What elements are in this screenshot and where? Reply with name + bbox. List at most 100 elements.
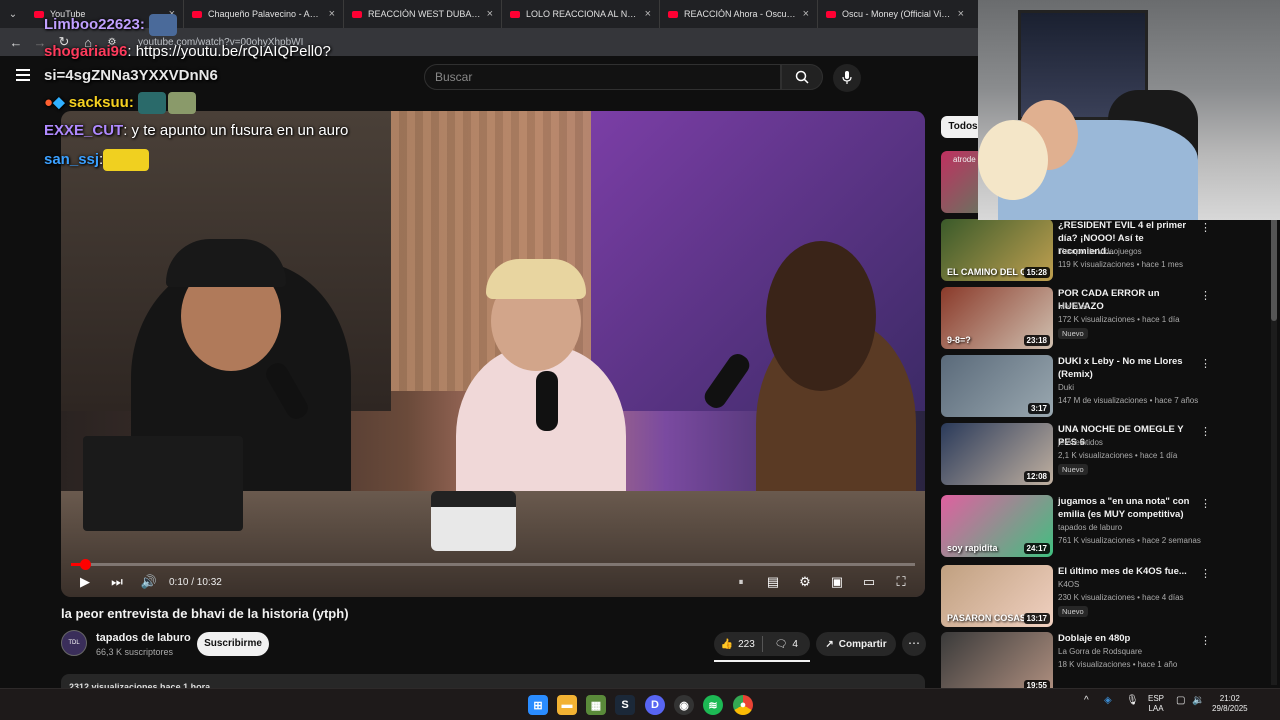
tab-reaccion-ahora[interactable]: REACCIÓN Ahora - Oscu x Flex× xyxy=(660,0,818,28)
video-thumbnail[interactable]: 19:55 xyxy=(941,632,1053,694)
close-icon[interactable]: × xyxy=(645,8,651,20)
video-thumbnail[interactable]: 9-8=? 23:18 xyxy=(941,287,1053,349)
like-button[interactable]: 👍 223 xyxy=(714,632,762,656)
video-duration: 13:17 xyxy=(1023,613,1050,624)
time-display: 0:10 / 10:32 xyxy=(169,576,222,588)
recommendation-title[interactable]: jugamos a "en una nota" con emilia (es M… xyxy=(1058,495,1200,521)
recommendation-title[interactable]: El último mes de K4OS fue... xyxy=(1058,565,1200,578)
laptop xyxy=(83,436,243,531)
language-indicator[interactable]: ESP LAA xyxy=(1148,694,1164,714)
video-thumbnail[interactable]: 12:08 xyxy=(941,423,1053,485)
share-button[interactable]: ↗ Compartir xyxy=(816,632,896,656)
folder-icon[interactable]: ▬ xyxy=(557,695,577,715)
video-thumbnail[interactable]: EL CAMINO DEL GR 15:28 xyxy=(941,219,1053,281)
theater-mode-icon[interactable]: ▭ xyxy=(853,574,885,590)
more-options-icon[interactable]: ⋮ xyxy=(1200,221,1211,234)
new-badge: Nuevo xyxy=(1058,464,1088,475)
recommendation-channel[interactable]: K4OS xyxy=(1058,580,1079,589)
autoplay-toggle[interactable]: ⏸ xyxy=(725,577,757,588)
more-actions-button[interactable]: ⋯ xyxy=(902,632,926,656)
channel-name[interactable]: tapados de laburo xyxy=(96,632,191,644)
recommendation-item[interactable]: EL CAMINO DEL GR 15:28 ¿RESIDENT EVIL 4 el… xyxy=(941,219,1271,283)
progress-bar[interactable] xyxy=(71,559,915,570)
subtitles-icon[interactable]: ▤ xyxy=(757,574,789,590)
more-options-icon[interactable]: ⋮ xyxy=(1200,497,1211,510)
chrome-icon[interactable]: ● xyxy=(733,695,753,715)
youtube-icon xyxy=(34,10,44,18)
recommendation-channel[interactable]: tapados de laburo xyxy=(1058,523,1122,532)
windows-icon[interactable]: ⊞ xyxy=(528,695,548,715)
new-badge: Nuevo xyxy=(1058,606,1088,617)
recommendation-channel[interactable]: Duki xyxy=(1058,383,1074,392)
video-thumbnail[interactable]: PASARON COSAS 13:17 xyxy=(941,565,1053,627)
recommendation-title[interactable]: DUKI x Leby - No me Llores (Remix) xyxy=(1058,355,1200,381)
volume-icon[interactable]: 🔊 xyxy=(133,574,165,590)
chat-line: ●◆ sacksuu: xyxy=(44,92,196,114)
scrollbar-thumb[interactable] xyxy=(1271,211,1277,321)
more-options-icon[interactable]: ⋮ xyxy=(1200,425,1211,438)
channel-avatar[interactable]: TDL xyxy=(61,630,87,656)
recommendation-channel[interactable]: Mernuel xyxy=(1058,302,1087,311)
discord-icon[interactable]: D xyxy=(645,695,665,715)
player-controls: ▶ ⏭ 🔊 0:10 / 10:32 ⏸ ▤ ⚙ ▣ ▭ ⛶ xyxy=(61,567,925,597)
miniplayer-icon[interactable]: ▣ xyxy=(821,574,853,590)
obs-icon[interactable]: ◉ xyxy=(674,695,694,715)
tab-lolo[interactable]: LOLO REACCIONA AL NUEVO A× xyxy=(502,0,660,28)
close-icon[interactable]: × xyxy=(487,8,493,20)
tab-oscu-money[interactable]: Oscu - Money (Official Video) × xyxy=(818,0,972,28)
webcam-overlay xyxy=(978,0,1280,220)
mic-tray-icon[interactable]: 🎙 xyxy=(1126,695,1139,706)
chat-line: si=4sgZNNa3YXXVDnN6 xyxy=(44,67,218,84)
youtube-icon xyxy=(192,10,202,18)
settings-icon[interactable]: ⚙ xyxy=(789,574,821,590)
mic-icon xyxy=(842,71,852,84)
recommendation-channel[interactable]: jeroveintidos xyxy=(1058,438,1103,447)
youtube-icon xyxy=(826,10,836,18)
chevron-up-icon[interactable]: ^ xyxy=(1084,695,1089,706)
search-button[interactable] xyxy=(781,64,823,90)
tab-search-icon[interactable]: ⌄ xyxy=(0,0,26,28)
more-options-icon[interactable]: ⋮ xyxy=(1200,289,1211,302)
menu-icon[interactable] xyxy=(16,69,30,81)
close-icon[interactable]: × xyxy=(329,8,335,20)
chat-line: san_ssj: xyxy=(44,149,150,171)
subscribe-button[interactable]: Suscribirme xyxy=(197,632,269,656)
back-icon[interactable]: ← xyxy=(4,35,28,50)
tab-chaqueno[interactable]: Chaqueño Palavecino - Amor S × xyxy=(184,0,344,28)
fullscreen-icon[interactable]: ⛶ xyxy=(885,574,917,590)
recommendation-item[interactable]: PASARON COSAS 13:17 El último mes de K4OS … xyxy=(941,565,1271,629)
more-options-icon[interactable]: ⋮ xyxy=(1200,357,1211,370)
recommendation-channel[interactable]: Tiempo de Videojuegos xyxy=(1058,247,1142,256)
spotify-icon[interactable]: ≋ xyxy=(703,695,723,715)
chat-line: shogariai96: https://youtu.be/rQIAIQPell… xyxy=(44,43,331,60)
video-thumbnail[interactable]: 3:17 xyxy=(941,355,1053,417)
comments-button[interactable]: 🗨 4 xyxy=(763,632,811,656)
more-options-icon[interactable]: ⋮ xyxy=(1200,634,1211,647)
emote-icon xyxy=(103,149,150,171)
close-icon[interactable]: × xyxy=(958,8,964,20)
search-input[interactable]: Buscar xyxy=(424,64,781,90)
app-icon[interactable]: ▦ xyxy=(586,695,606,715)
recommendation-title[interactable]: Doblaje en 480p xyxy=(1058,632,1200,645)
recommendation-channel[interactable]: La Gorra de Rodsquare xyxy=(1058,647,1142,656)
shield-icon[interactable]: ◈ xyxy=(1104,695,1112,706)
voice-search-button[interactable] xyxy=(833,64,861,92)
recommendation-item[interactable]: 3:17 DUKI x Leby - No me Llores (Remix) Du… xyxy=(941,355,1271,419)
network-icon[interactable]: ▢ xyxy=(1176,695,1185,706)
next-icon[interactable]: ⏭ xyxy=(101,574,133,590)
tab-reaccion-west[interactable]: REACCIÓN WEST DUBAI x DUK× xyxy=(344,0,502,28)
share-icon: ↗ xyxy=(825,638,834,650)
more-options-icon[interactable]: ⋮ xyxy=(1200,567,1211,580)
close-icon[interactable]: × xyxy=(803,8,809,20)
video-thumbnail[interactable]: soy rapidita 24:17 xyxy=(941,495,1053,557)
recommendation-item[interactable]: 12:08 UNA NOCHE DE OMEGLE Y PES 6 jerovein… xyxy=(941,423,1271,487)
clock[interactable]: 21:02 29/8/2025 xyxy=(1212,694,1248,714)
video-player[interactable]: ▶ ⏭ 🔊 0:10 / 10:32 ⏸ ▤ ⚙ ▣ ▭ ⛶ xyxy=(61,111,925,597)
recommendation-item[interactable]: soy rapidita 24:17 jugamos a "en una nota"… xyxy=(941,495,1271,559)
steam-icon[interactable]: S xyxy=(615,695,635,715)
recommendation-item[interactable]: 19:55 Doblaje en 480p La Gorra de Rodsquar… xyxy=(941,632,1271,696)
recommendation-meta: 18 K visualizaciones • hace 1 año xyxy=(1058,660,1178,669)
play-icon[interactable]: ▶ xyxy=(69,574,101,590)
recommendation-item[interactable]: 9-8=? 23:18 POR CADA ERROR un HUEVAZO Mernu… xyxy=(941,287,1271,351)
volume-tray-icon[interactable]: 🔉 xyxy=(1192,695,1204,706)
